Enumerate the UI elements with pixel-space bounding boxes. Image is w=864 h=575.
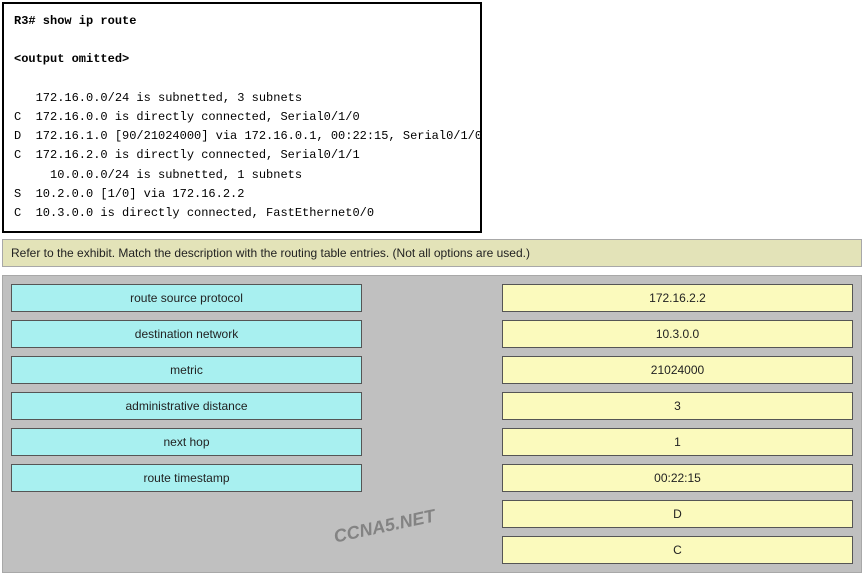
option-item[interactable]: 3: [502, 392, 853, 420]
terminal-omitted: <output omitted>: [14, 50, 470, 69]
option-label: 172.16.2.2: [649, 291, 706, 305]
options-column: 172.16.2.2 10.3.0.0 21024000 3 1 00:22:1…: [502, 284, 853, 564]
option-item[interactable]: C: [502, 536, 853, 564]
description-label: route timestamp: [143, 471, 229, 485]
option-label: C: [673, 543, 682, 557]
terminal-output: R3# show ip route <output omitted> 172.1…: [2, 2, 482, 233]
matching-area: route source protocol destination networ…: [2, 275, 862, 573]
terminal-line: C 10.3.0.0 is directly connected, FastEt…: [14, 204, 470, 223]
description-label: metric: [170, 363, 203, 377]
option-item[interactable]: 00:22:15: [502, 464, 853, 492]
terminal-line: 10.0.0.0/24 is subnetted, 1 subnets: [14, 166, 470, 185]
description-item[interactable]: destination network: [11, 320, 362, 348]
option-item[interactable]: D: [502, 500, 853, 528]
terminal-command: R3# show ip route: [14, 12, 470, 31]
descriptions-column: route source protocol destination networ…: [11, 284, 362, 564]
instruction-text: Refer to the exhibit. Match the descript…: [2, 239, 862, 267]
description-item[interactable]: administrative distance: [11, 392, 362, 420]
terminal-line: D 172.16.1.0 [90/21024000] via 172.16.0.…: [14, 127, 470, 146]
option-label: 10.3.0.0: [656, 327, 699, 341]
option-label: D: [673, 507, 682, 521]
description-item[interactable]: route timestamp: [11, 464, 362, 492]
option-item[interactable]: 1: [502, 428, 853, 456]
option-label: 1: [674, 435, 681, 449]
description-label: destination network: [135, 327, 238, 341]
description-item[interactable]: metric: [11, 356, 362, 384]
terminal-line: 172.16.0.0/24 is subnetted, 3 subnets: [14, 89, 470, 108]
option-item[interactable]: 21024000: [502, 356, 853, 384]
terminal-line: C 172.16.2.0 is directly connected, Seri…: [14, 146, 470, 165]
description-label: administrative distance: [125, 399, 247, 413]
description-item[interactable]: route source protocol: [11, 284, 362, 312]
description-label: route source protocol: [130, 291, 243, 305]
option-item[interactable]: 172.16.2.2: [502, 284, 853, 312]
description-label: next hop: [163, 435, 209, 449]
option-label: 00:22:15: [654, 471, 701, 485]
option-label: 21024000: [651, 363, 704, 377]
terminal-line: S 10.2.0.0 [1/0] via 172.16.2.2: [14, 185, 470, 204]
option-label: 3: [674, 399, 681, 413]
terminal-line: C 172.16.0.0 is directly connected, Seri…: [14, 108, 470, 127]
option-item[interactable]: 10.3.0.0: [502, 320, 853, 348]
description-item[interactable]: next hop: [11, 428, 362, 456]
